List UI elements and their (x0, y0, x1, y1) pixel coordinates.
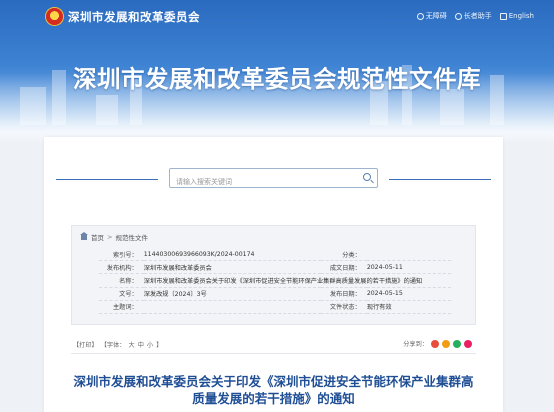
font-size-label: 【字体： (100, 342, 126, 349)
document-metadata-table: 索引号： 11440300693966093K/2024-00174 分类： 发… (99, 248, 451, 314)
written-date-value: 2024-05-11 (366, 260, 451, 275)
top-links: 无障碍 长者助手 English (416, 11, 534, 21)
category-value (366, 248, 451, 262)
doc-no-label: 文号： (99, 287, 144, 301)
site-title: 深圳市发展和改革委员会规范性文件库 (73, 65, 481, 93)
article-toolbar: 【打印】 【字体： 大 中 小 】 分享到： (71, 339, 476, 354)
table-row: 发布机构： 深圳市发展和改革委员会 成文日期： 2024-05-11 (99, 260, 451, 275)
home-icon (80, 231, 88, 240)
share-bar: 分享到： (403, 339, 472, 348)
search-input[interactable] (170, 173, 356, 191)
publisher-value: 深圳市发展和改革委员会 (143, 260, 322, 275)
subject-value (143, 300, 322, 314)
document-title: 深圳市发展和改革委员会关于印发《深圳市促进安全节能环保产业集群高质量发展的若干措… (73, 374, 474, 406)
publisher-label: 发布机构： (99, 260, 144, 275)
status-label: 文件状态： (321, 300, 367, 314)
index-no-label: 索引号： (99, 248, 144, 262)
font-large-link[interactable]: 大 (129, 340, 135, 349)
language-icon (499, 12, 507, 20)
search-box (169, 168, 378, 191)
doc-no-value: 深发改规〔2024〕3号 (143, 287, 322, 301)
name-value: 深圳市发展和改革委员会关于印发《深圳市促进安全节能环保产业集群高质量发展的若干措… (143, 273, 451, 288)
top-bar: 深圳市发展和改革委员会 无障碍 长者助手 English (0, 0, 554, 34)
breadcrumb-home[interactable]: 首页 (91, 232, 104, 242)
share-label: 分享到： (403, 341, 428, 348)
breadcrumb: 首页 > 规范性文件 (80, 231, 148, 242)
share-qzone-icon[interactable] (442, 339, 450, 348)
org-name[interactable]: 深圳市发展和改革委员会 (68, 9, 200, 25)
main-card: 首页 > 规范性文件 索引号： 11440300693966093K/2024-… (44, 137, 503, 412)
share-douban-icon[interactable] (464, 339, 472, 348)
elder-assist-link[interactable]: 长者助手 (454, 11, 492, 21)
accessibility-link[interactable]: 无障碍 (416, 11, 447, 21)
font-medium-link[interactable]: 中 (138, 340, 144, 349)
print-link[interactable]: 【打印】 (73, 340, 98, 349)
national-emblem-icon (46, 8, 63, 25)
toolbar-left: 【打印】 【字体： 大 中 小 】 (73, 340, 162, 349)
english-label: English (508, 12, 534, 20)
search-decor-line-left (56, 179, 158, 180)
category-label: 分类： (321, 248, 367, 262)
share-weibo-icon[interactable] (431, 339, 439, 348)
english-link[interactable]: English (499, 11, 534, 21)
table-row: 文号： 深发改规〔2024〕3号 发布日期： 2024-05-15 (99, 287, 451, 301)
search-icon[interactable] (363, 173, 371, 181)
publish-date-label: 发布日期： (321, 287, 367, 301)
font-size-close: 】 (156, 342, 163, 349)
index-no-value: 11440300693966093K/2024-00174 (143, 248, 322, 262)
table-row: 名称： 深圳市发展和改革委员会关于印发《深圳市促进安全节能环保产业集群高质量发展… (99, 273, 451, 288)
table-row: 索引号： 11440300693966093K/2024-00174 分类： (99, 248, 451, 262)
search-decor-line-right (389, 179, 491, 180)
accessibility-label: 无障碍 (425, 12, 447, 20)
accessibility-icon (416, 12, 424, 20)
status-value: 现行有效 (366, 300, 451, 314)
header-banner: 深圳市发展和改革委员会 无障碍 长者助手 English 深圳市发展和改革委员会… (0, 0, 554, 143)
share-wechat-icon[interactable] (453, 339, 461, 348)
breadcrumb-current[interactable]: 规范性文件 (115, 232, 148, 242)
publish-date-value: 2024-05-15 (366, 287, 451, 301)
font-small-link[interactable]: 小 (147, 340, 153, 349)
elder-assist-icon (454, 12, 462, 20)
name-label: 名称： (99, 273, 144, 288)
breadcrumb-separator: > (107, 233, 113, 241)
written-date-label: 成文日期： (321, 260, 367, 275)
subject-label: 主题词： (99, 300, 144, 314)
table-row: 主题词： 文件状态： 现行有效 (99, 300, 451, 314)
elder-assist-label: 长者助手 (463, 12, 492, 20)
document-info-panel: 首页 > 规范性文件 索引号： 11440300693966093K/2024-… (71, 225, 476, 325)
